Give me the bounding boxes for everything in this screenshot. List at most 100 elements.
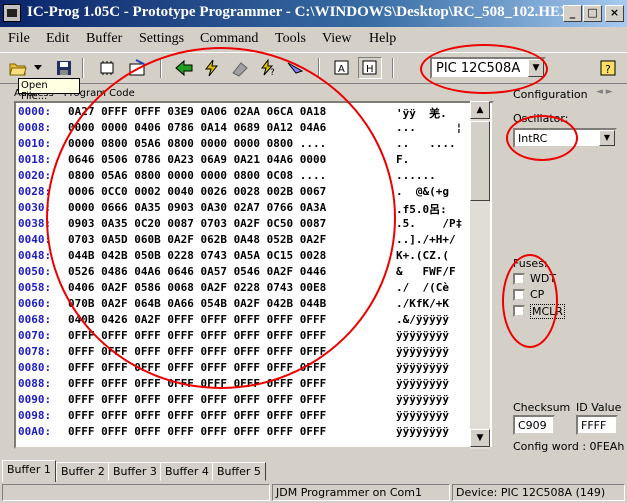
data-cell[interactable]: 0703 0A5D 060B 0A2F 062B 0A48 052B 0A2F [68, 233, 326, 246]
fuse-wdt-checkbox[interactable] [513, 273, 525, 285]
chip-select-value: PIC 12C508A [436, 61, 521, 76]
data-cell[interactable]: 0FFF 0FFF 0FFF 0FFF 0FFF 0FFF 0FFF 0FFF [68, 409, 326, 422]
menu-bar: File Edit Buffer Settings Command Tools … [0, 27, 627, 51]
program-code-grid[interactable]: 0000: 0A27 0FFF 0FFF 03E9 0A06 02AA 06CA … [14, 101, 494, 449]
floppy-disk-icon [57, 61, 71, 75]
tab-buffer-1[interactable]: Buffer 1 [2, 460, 56, 482]
svg-text:?: ? [270, 68, 275, 77]
minimize-button[interactable]: _ [563, 5, 582, 22]
ascii-cell: .. .... [396, 137, 456, 150]
tab-buffer-5[interactable]: Buffer 5 [212, 462, 266, 481]
data-cell[interactable]: 0000 0000 0406 0786 0A14 0689 0A12 04A6 [68, 121, 326, 134]
ascii-cell: ./KfK/+K [396, 297, 449, 310]
data-cell[interactable]: 070B 0A2F 064B 0A66 054B 0A2F 042B 044B [68, 297, 326, 310]
window-title: IC-Prog 1.05C - Prototype Programmer - C… [27, 4, 571, 20]
oscillator-arrow-icon[interactable]: ▼ [599, 130, 615, 146]
assembler-view-button[interactable]: A [330, 57, 354, 79]
toolbar-separator [318, 58, 320, 78]
menu-file[interactable]: File [8, 31, 30, 47]
status-device: Device: PIC 12C508A (149) [452, 484, 625, 501]
menu-settings[interactable]: Settings [139, 31, 184, 47]
tab-buffer-4[interactable]: Buffer 4 [160, 462, 214, 481]
address-cell: 0030: [18, 201, 52, 214]
scroll-down-icon[interactable]: ▼ [470, 429, 490, 447]
menu-help[interactable]: Help [369, 31, 396, 47]
chip-info-icon [129, 59, 145, 76]
config-nav-arrows-icon[interactable]: ◄ ► [596, 87, 613, 97]
erase-icon [232, 62, 248, 77]
data-cell[interactable]: 0006 0CC0 0002 0040 0026 0028 002B 0067 [68, 185, 326, 198]
ascii-cell: ÿÿÿÿÿÿÿÿ [396, 409, 449, 422]
read-chip-button[interactable] [96, 57, 120, 79]
ascii-cell: .&/ÿÿÿÿÿ [396, 313, 449, 326]
assembler-view-icon: A [334, 60, 349, 75]
app-icon[interactable] [3, 4, 21, 22]
menu-tools[interactable]: Tools [275, 31, 306, 47]
help-label: ? [605, 63, 611, 76]
data-cell[interactable]: 0526 0486 04A6 0646 0A57 0546 0A2F 0446 [68, 265, 326, 278]
fuse-cp-checkbox[interactable] [513, 289, 525, 301]
address-cell: 0018: [18, 153, 52, 166]
help-book-icon: ? [600, 60, 616, 76]
ascii-cell: . @&(+g [396, 185, 449, 198]
fuse-mclr-label: MCLR [530, 304, 565, 319]
toolbar-separator [160, 58, 162, 78]
toolbar-separator [392, 58, 394, 78]
data-cell[interactable]: 0903 0A35 0C20 0087 0703 0A2F 0C50 0087 [68, 217, 326, 230]
hex-view-button[interactable]: H [358, 57, 382, 79]
hex-scrollbar[interactable]: ▲ ▼ [470, 101, 490, 449]
data-cell[interactable]: 0FFF 0FFF 0FFF 0FFF 0FFF 0FFF 0FFF 0FFF [68, 329, 326, 342]
close-button[interactable]: × [605, 5, 624, 22]
address-cell: 0088: [18, 377, 52, 390]
oscillator-value: IntRC [518, 132, 548, 145]
scroll-thumb[interactable] [470, 121, 490, 201]
data-cell[interactable]: 044B 042B 050B 0228 0743 0A5A 0C15 0028 [68, 249, 326, 262]
erase-button[interactable] [228, 57, 252, 79]
data-cell[interactable]: 0FFF 0FFF 0FFF 0FFF 0FFF 0FFF 0FFF 0FFF [68, 377, 326, 390]
menu-view[interactable]: View [322, 31, 351, 47]
save-file-button[interactable] [52, 57, 76, 79]
program-button[interactable] [172, 57, 196, 79]
id-value-field[interactable]: FFFF [576, 415, 618, 435]
chip-read-icon [100, 61, 114, 75]
tab-buffer-3[interactable]: Buffer 3 [108, 462, 162, 481]
oscillator-select[interactable]: IntRC ▼ [513, 128, 617, 148]
address-cell: 0020: [18, 169, 52, 182]
address-cell: 0038: [18, 217, 52, 230]
menu-buffer[interactable]: Buffer [86, 31, 122, 47]
data-cell[interactable]: 0A27 0FFF 0FFF 03E9 0A06 02AA 06CA 0A18 [68, 105, 326, 118]
help-button[interactable]: ? [596, 57, 620, 79]
data-cell[interactable]: 0000 0800 05A6 0800 0000 0000 0800 .... [68, 137, 326, 150]
scroll-up-icon[interactable]: ▲ [470, 101, 490, 119]
status-empty [2, 484, 270, 501]
menu-command[interactable]: Command [200, 31, 258, 47]
data-cell[interactable]: 0800 05A6 0800 0000 0000 0800 0C08 .... [68, 169, 326, 182]
chip-select-arrow-icon[interactable]: ▼ [528, 59, 544, 77]
title-bar[interactable]: IC-Prog 1.05C - Prototype Programmer - C… [0, 0, 627, 27]
data-cell[interactable]: 0FFF 0FFF 0FFF 0FFF 0FFF 0FFF 0FFF 0FFF [68, 393, 326, 406]
data-cell[interactable]: 0FFF 0FFF 0FFF 0FFF 0FFF 0FFF 0FFF 0FFF [68, 425, 326, 438]
tab-buffer-2[interactable]: Buffer 2 [56, 462, 110, 481]
ascii-cell: & FWF/F [396, 265, 456, 278]
data-cell[interactable]: 0646 0506 0786 0A23 06A9 0A21 04A6 0000 [68, 153, 326, 166]
address-cell: 0000: [18, 105, 52, 118]
chip-info-button[interactable] [126, 57, 150, 79]
open-dropdown-button[interactable] [30, 57, 46, 79]
ascii-cell: .5. /P‡ [396, 217, 463, 230]
data-cell[interactable]: 040B 0426 0A2F 0FFF 0FFF 0FFF 0FFF 0FFF [68, 313, 326, 326]
maximize-button[interactable]: □ [583, 5, 602, 22]
program-all-button[interactable] [200, 57, 224, 79]
data-cell[interactable]: 0FFF 0FFF 0FFF 0FFF 0FFF 0FFF 0FFF 0FFF [68, 345, 326, 358]
data-cell[interactable]: 0000 0666 0A35 0903 0A30 02A7 0766 0A3A [68, 201, 326, 214]
menu-edit[interactable]: Edit [46, 31, 69, 47]
verify-button[interactable]: ? [256, 57, 280, 79]
data-cell[interactable]: 0FFF 0FFF 0FFF 0FFF 0FFF 0FFF 0FFF 0FFF [68, 361, 326, 374]
open-file-button[interactable] [6, 57, 30, 79]
chip-select[interactable]: PIC 12C508A ▼ [430, 57, 546, 79]
data-cell[interactable]: 0406 0A2F 0586 0068 0A2F 0228 0743 00E8 [68, 281, 326, 294]
status-programmer: JDM Programmer on Com1 [272, 484, 450, 501]
fuse-mclr-checkbox[interactable] [513, 305, 525, 317]
address-cell: 0028: [18, 185, 52, 198]
address-cell: 00A0: [18, 425, 52, 438]
blank-check-button[interactable] [284, 57, 308, 79]
